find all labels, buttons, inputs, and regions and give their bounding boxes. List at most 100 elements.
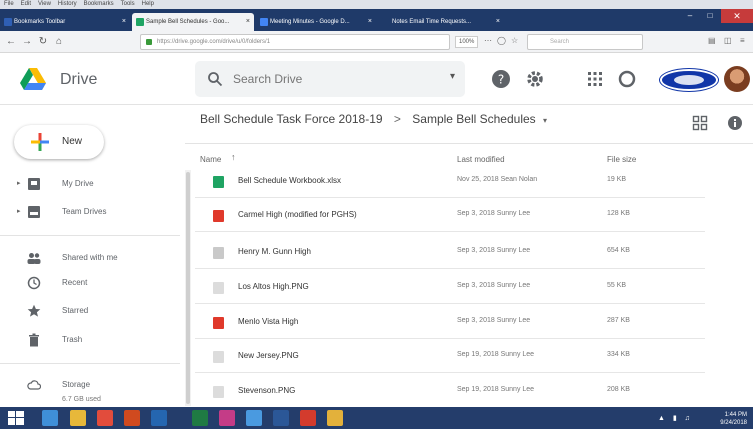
file-row[interactable]: Bell Schedule Workbook.xlsx Nov 25, 2018 … (195, 165, 705, 198)
help-icon[interactable]: ? (490, 68, 512, 90)
sidebar-item-recent[interactable]: Recent (0, 272, 180, 294)
search-icon[interactable] (207, 71, 223, 87)
minimize-button[interactable]: – (680, 9, 700, 23)
sidebar-item-label: Team Drives (62, 207, 107, 216)
taskbar-folder-icon[interactable] (70, 410, 86, 426)
back-icon[interactable]: ← (4, 35, 18, 49)
taskbar-excel-icon[interactable] (192, 410, 208, 426)
taskbar-clock[interactable]: 1:44 PM 9/24/2018 (720, 412, 747, 426)
star-icon (27, 304, 41, 318)
taskbar-photos-icon[interactable] (219, 410, 235, 426)
maximize-button[interactable]: □ (700, 9, 720, 23)
drive-search-box[interactable]: ▾ (195, 61, 465, 97)
zoom-level[interactable]: 100% (455, 36, 479, 48)
url-text: https://drive.google.com/drive/u/0/folde… (157, 39, 271, 45)
tab-label: Bookmarks Toolbar (14, 19, 66, 25)
forward-icon[interactable]: → (20, 35, 34, 49)
apps-grid-icon[interactable] (584, 68, 606, 90)
file-row[interactable]: Los Altos High.PNG Sep 3, 2018 Sunny Lee 5… (195, 271, 705, 304)
menu-item[interactable]: Help (142, 1, 154, 7)
reload-icon[interactable]: ↻ (36, 35, 50, 49)
tab-close-icon[interactable]: × (368, 13, 372, 31)
file-size: 55 KB (607, 282, 627, 289)
menu-item[interactable]: View (38, 1, 51, 7)
info-icon[interactable] (727, 115, 743, 131)
taskbar-powerpoint-icon[interactable] (124, 410, 140, 426)
file-row[interactable]: Menlo Vista High Sep 3, 2018 Sunny Lee 287… (195, 306, 705, 339)
file-name: New Jersey.PNG (238, 351, 299, 360)
window-close-button[interactable]: ✕ (721, 9, 753, 23)
browser-navbar: ← → ↻ ⌂ https://drive.google.com/drive/u… (0, 31, 753, 53)
taskbar-chrome-icon[interactable] (97, 410, 113, 426)
tab-favicon-icon (4, 18, 12, 26)
breadcrumb-current[interactable]: Sample Bell Schedules (412, 112, 535, 126)
column-header-modified[interactable]: Last modified (457, 155, 505, 164)
column-header-name[interactable]: Name (200, 155, 221, 164)
image-file-icon (213, 247, 224, 259)
new-button[interactable]: New (14, 125, 104, 159)
tab-close-icon[interactable]: × (122, 13, 126, 31)
browser-tab[interactable]: Bookmarks Toolbar × (0, 13, 130, 31)
file-row[interactable]: New Jersey.PNG Sep 19, 2018 Sunny Lee 334 … (195, 340, 705, 373)
home-icon[interactable]: ⌂ (52, 35, 66, 49)
taskbar-ie-icon[interactable] (42, 410, 58, 426)
file-last-modified: Sep 3, 2018 Sunny Lee (457, 210, 531, 217)
drive-logo-icon[interactable] (20, 67, 46, 91)
tab-close-icon[interactable]: × (246, 13, 250, 31)
taskbar-explorer-icon[interactable] (327, 410, 343, 426)
url-bar[interactable]: https://drive.google.com/drive/u/0/folde… (140, 34, 450, 50)
organization-logo[interactable] (660, 69, 718, 91)
sidebar-item-my-drive[interactable]: ▸ My Drive (0, 173, 180, 195)
menu-icon[interactable]: ≡ (740, 36, 745, 45)
expand-arrow-icon[interactable]: ▸ (17, 201, 21, 223)
sidebar-item-shared-with-me[interactable]: Shared with me (0, 247, 180, 269)
menu-item[interactable]: File (4, 1, 14, 7)
breadcrumb-parent[interactable]: Bell Schedule Task Force 2018-19 (200, 112, 383, 126)
account-avatar[interactable] (724, 66, 750, 92)
grid-view-icon[interactable] (692, 115, 708, 131)
file-row[interactable]: Stevenson.PNG Sep 19, 2018 Sunny Lee 208 K… (195, 375, 705, 408)
taskbar-outlook-icon[interactable] (151, 410, 167, 426)
windows-start-icon[interactable] (8, 411, 24, 425)
tab-favicon-icon (136, 18, 144, 26)
system-tray-icons[interactable]: ▲ ▮ ♫ (658, 414, 693, 422)
sidebar-item-trash[interactable]: Trash (0, 329, 180, 351)
drive-search-input[interactable] (233, 69, 433, 89)
tab-close-icon[interactable]: × (496, 13, 500, 31)
file-last-modified: Sep 3, 2018 Sunny Lee (457, 247, 531, 254)
sidebar-item-team-drives[interactable]: ▸ Team Drives (0, 201, 180, 223)
bookmark-star-icon[interactable]: ☆ (511, 36, 518, 45)
sort-arrow-up-icon[interactable]: ↑ (231, 152, 236, 162)
menu-item[interactable]: Tools (121, 1, 135, 7)
menu-item[interactable]: Bookmarks (84, 1, 114, 7)
breadcrumb: Bell Schedule Task Force 2018-19 > Sampl… (200, 112, 547, 126)
sidebar-item-storage[interactable]: Storage (0, 374, 180, 396)
sidebar-item-label: Starred (62, 306, 89, 315)
scrollbar-thumb[interactable] (186, 172, 190, 404)
file-last-modified: Sep 3, 2018 Sunny Lee (457, 282, 531, 289)
notifications-icon[interactable] (616, 68, 638, 90)
search-options-icon[interactable]: ▾ (450, 71, 455, 82)
taskbar-acrobat-icon[interactable] (300, 410, 316, 426)
more-icon[interactable]: ⋯ (484, 36, 492, 45)
browser-search-input[interactable]: Search (527, 34, 643, 50)
sidebar-item-starred[interactable]: Starred (0, 300, 180, 322)
pocket-icon[interactable]: ◯ (497, 36, 506, 45)
file-row[interactable]: Carmel High (modified for PGHS) Sep 3, 20… (195, 199, 705, 232)
file-row[interactable]: Henry M. Gunn High Sep 3, 2018 Sunny Lee 6… (195, 236, 705, 269)
menu-item[interactable]: Edit (21, 1, 31, 7)
settings-gear-icon[interactable] (524, 68, 546, 90)
column-header-size[interactable]: File size (607, 155, 636, 164)
taskbar-chrome-2-icon[interactable] (246, 410, 262, 426)
sidebar-toggle-icon[interactable]: ◫ (724, 36, 732, 45)
browser-tab[interactable]: Sample Bell Schedules - Goo... × (132, 13, 254, 31)
menu-item[interactable]: History (58, 1, 77, 7)
library-icon[interactable]: ▤ (708, 36, 716, 45)
taskbar-word-icon[interactable] (273, 410, 289, 426)
browser-tab[interactable]: Meeting Minutes - Google D... × (256, 13, 376, 31)
browser-tab[interactable]: Notes Email Time Requests... × (378, 13, 504, 31)
expand-arrow-icon[interactable]: ▸ (17, 173, 21, 195)
file-size: 208 KB (607, 386, 630, 393)
taskbar-date: 9/24/2018 (720, 420, 747, 426)
breadcrumb-dropdown-icon[interactable]: ▾ (543, 116, 547, 125)
